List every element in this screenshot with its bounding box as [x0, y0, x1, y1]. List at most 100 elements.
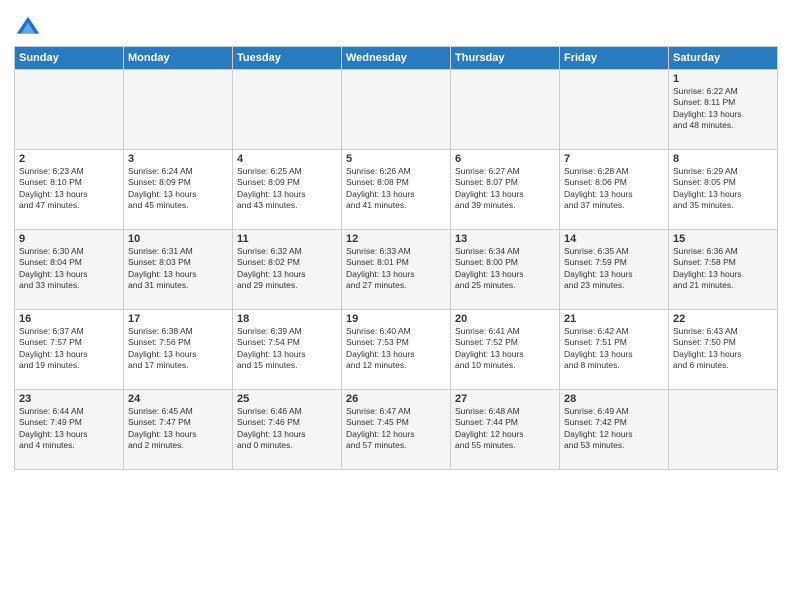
- day-info: Sunrise: 6:40 AM Sunset: 7:53 PM Dayligh…: [346, 326, 446, 372]
- day-number: 12: [346, 233, 446, 245]
- day-cell: 19Sunrise: 6:40 AM Sunset: 7:53 PM Dayli…: [342, 310, 451, 390]
- week-row-3: 9Sunrise: 6:30 AM Sunset: 8:04 PM Daylig…: [15, 230, 778, 310]
- day-info: Sunrise: 6:35 AM Sunset: 7:59 PM Dayligh…: [564, 246, 664, 292]
- day-cell: 24Sunrise: 6:45 AM Sunset: 7:47 PM Dayli…: [124, 390, 233, 470]
- header-cell-friday: Friday: [560, 47, 669, 70]
- header-cell-saturday: Saturday: [669, 47, 778, 70]
- day-info: Sunrise: 6:28 AM Sunset: 8:06 PM Dayligh…: [564, 166, 664, 212]
- header-cell-tuesday: Tuesday: [233, 47, 342, 70]
- week-row-4: 16Sunrise: 6:37 AM Sunset: 7:57 PM Dayli…: [15, 310, 778, 390]
- day-info: Sunrise: 6:29 AM Sunset: 8:05 PM Dayligh…: [673, 166, 773, 212]
- day-info: Sunrise: 6:49 AM Sunset: 7:42 PM Dayligh…: [564, 406, 664, 452]
- day-cell: 27Sunrise: 6:48 AM Sunset: 7:44 PM Dayli…: [451, 390, 560, 470]
- logo: [14, 14, 44, 42]
- header-row: SundayMondayTuesdayWednesdayThursdayFrid…: [15, 47, 778, 70]
- day-cell: 28Sunrise: 6:49 AM Sunset: 7:42 PM Dayli…: [560, 390, 669, 470]
- day-cell: 23Sunrise: 6:44 AM Sunset: 7:49 PM Dayli…: [15, 390, 124, 470]
- day-number: 27: [455, 393, 555, 405]
- day-info: Sunrise: 6:27 AM Sunset: 8:07 PM Dayligh…: [455, 166, 555, 212]
- week-row-5: 23Sunrise: 6:44 AM Sunset: 7:49 PM Dayli…: [15, 390, 778, 470]
- calendar-table: SundayMondayTuesdayWednesdayThursdayFrid…: [14, 46, 778, 470]
- day-info: Sunrise: 6:36 AM Sunset: 7:58 PM Dayligh…: [673, 246, 773, 292]
- day-cell: 16Sunrise: 6:37 AM Sunset: 7:57 PM Dayli…: [15, 310, 124, 390]
- day-info: Sunrise: 6:45 AM Sunset: 7:47 PM Dayligh…: [128, 406, 228, 452]
- day-number: 1: [673, 73, 773, 85]
- day-number: 28: [564, 393, 664, 405]
- day-cell: 20Sunrise: 6:41 AM Sunset: 7:52 PM Dayli…: [451, 310, 560, 390]
- day-info: Sunrise: 6:34 AM Sunset: 8:00 PM Dayligh…: [455, 246, 555, 292]
- day-number: 11: [237, 233, 337, 245]
- week-row-1: 1Sunrise: 6:22 AM Sunset: 8:11 PM Daylig…: [15, 70, 778, 150]
- day-info: Sunrise: 6:25 AM Sunset: 8:09 PM Dayligh…: [237, 166, 337, 212]
- day-cell: 17Sunrise: 6:38 AM Sunset: 7:56 PM Dayli…: [124, 310, 233, 390]
- day-cell: [560, 70, 669, 150]
- day-number: 15: [673, 233, 773, 245]
- day-cell: [669, 390, 778, 470]
- day-cell: [342, 70, 451, 150]
- day-cell: 14Sunrise: 6:35 AM Sunset: 7:59 PM Dayli…: [560, 230, 669, 310]
- day-number: 10: [128, 233, 228, 245]
- day-cell: 25Sunrise: 6:46 AM Sunset: 7:46 PM Dayli…: [233, 390, 342, 470]
- day-cell: 5Sunrise: 6:26 AM Sunset: 8:08 PM Daylig…: [342, 150, 451, 230]
- day-number: 20: [455, 313, 555, 325]
- day-number: 8: [673, 153, 773, 165]
- day-info: Sunrise: 6:38 AM Sunset: 7:56 PM Dayligh…: [128, 326, 228, 372]
- day-number: 4: [237, 153, 337, 165]
- day-cell: 1Sunrise: 6:22 AM Sunset: 8:11 PM Daylig…: [669, 70, 778, 150]
- day-number: 14: [564, 233, 664, 245]
- day-info: Sunrise: 6:42 AM Sunset: 7:51 PM Dayligh…: [564, 326, 664, 372]
- day-info: Sunrise: 6:48 AM Sunset: 7:44 PM Dayligh…: [455, 406, 555, 452]
- header-cell-sunday: Sunday: [15, 47, 124, 70]
- day-number: 23: [19, 393, 119, 405]
- day-info: Sunrise: 6:43 AM Sunset: 7:50 PM Dayligh…: [673, 326, 773, 372]
- day-info: Sunrise: 6:39 AM Sunset: 7:54 PM Dayligh…: [237, 326, 337, 372]
- day-number: 25: [237, 393, 337, 405]
- day-number: 5: [346, 153, 446, 165]
- day-number: 17: [128, 313, 228, 325]
- day-cell: 8Sunrise: 6:29 AM Sunset: 8:05 PM Daylig…: [669, 150, 778, 230]
- day-cell: 7Sunrise: 6:28 AM Sunset: 8:06 PM Daylig…: [560, 150, 669, 230]
- day-cell: 22Sunrise: 6:43 AM Sunset: 7:50 PM Dayli…: [669, 310, 778, 390]
- day-number: 13: [455, 233, 555, 245]
- day-cell: 10Sunrise: 6:31 AM Sunset: 8:03 PM Dayli…: [124, 230, 233, 310]
- day-info: Sunrise: 6:37 AM Sunset: 7:57 PM Dayligh…: [19, 326, 119, 372]
- day-number: 21: [564, 313, 664, 325]
- header-cell-wednesday: Wednesday: [342, 47, 451, 70]
- day-cell: 2Sunrise: 6:23 AM Sunset: 8:10 PM Daylig…: [15, 150, 124, 230]
- day-info: Sunrise: 6:22 AM Sunset: 8:11 PM Dayligh…: [673, 86, 773, 132]
- day-number: 9: [19, 233, 119, 245]
- day-cell: 18Sunrise: 6:39 AM Sunset: 7:54 PM Dayli…: [233, 310, 342, 390]
- day-number: 19: [346, 313, 446, 325]
- day-number: 3: [128, 153, 228, 165]
- week-row-2: 2Sunrise: 6:23 AM Sunset: 8:10 PM Daylig…: [15, 150, 778, 230]
- day-info: Sunrise: 6:23 AM Sunset: 8:10 PM Dayligh…: [19, 166, 119, 212]
- day-cell: 21Sunrise: 6:42 AM Sunset: 7:51 PM Dayli…: [560, 310, 669, 390]
- day-info: Sunrise: 6:33 AM Sunset: 8:01 PM Dayligh…: [346, 246, 446, 292]
- day-number: 16: [19, 313, 119, 325]
- logo-icon: [14, 14, 42, 42]
- day-cell: 4Sunrise: 6:25 AM Sunset: 8:09 PM Daylig…: [233, 150, 342, 230]
- day-cell: [233, 70, 342, 150]
- day-number: 26: [346, 393, 446, 405]
- day-cell: [124, 70, 233, 150]
- day-cell: 26Sunrise: 6:47 AM Sunset: 7:45 PM Dayli…: [342, 390, 451, 470]
- day-cell: 6Sunrise: 6:27 AM Sunset: 8:07 PM Daylig…: [451, 150, 560, 230]
- day-cell: 3Sunrise: 6:24 AM Sunset: 8:09 PM Daylig…: [124, 150, 233, 230]
- day-info: Sunrise: 6:41 AM Sunset: 7:52 PM Dayligh…: [455, 326, 555, 372]
- day-info: Sunrise: 6:31 AM Sunset: 8:03 PM Dayligh…: [128, 246, 228, 292]
- day-info: Sunrise: 6:24 AM Sunset: 8:09 PM Dayligh…: [128, 166, 228, 212]
- page-header: [14, 10, 778, 42]
- day-info: Sunrise: 6:46 AM Sunset: 7:46 PM Dayligh…: [237, 406, 337, 452]
- calendar-page: SundayMondayTuesdayWednesdayThursdayFrid…: [0, 0, 792, 612]
- day-info: Sunrise: 6:44 AM Sunset: 7:49 PM Dayligh…: [19, 406, 119, 452]
- day-number: 7: [564, 153, 664, 165]
- day-number: 6: [455, 153, 555, 165]
- day-cell: 13Sunrise: 6:34 AM Sunset: 8:00 PM Dayli…: [451, 230, 560, 310]
- day-number: 2: [19, 153, 119, 165]
- day-cell: 9Sunrise: 6:30 AM Sunset: 8:04 PM Daylig…: [15, 230, 124, 310]
- day-cell: 12Sunrise: 6:33 AM Sunset: 8:01 PM Dayli…: [342, 230, 451, 310]
- day-number: 24: [128, 393, 228, 405]
- day-info: Sunrise: 6:47 AM Sunset: 7:45 PM Dayligh…: [346, 406, 446, 452]
- header-cell-thursday: Thursday: [451, 47, 560, 70]
- day-number: 22: [673, 313, 773, 325]
